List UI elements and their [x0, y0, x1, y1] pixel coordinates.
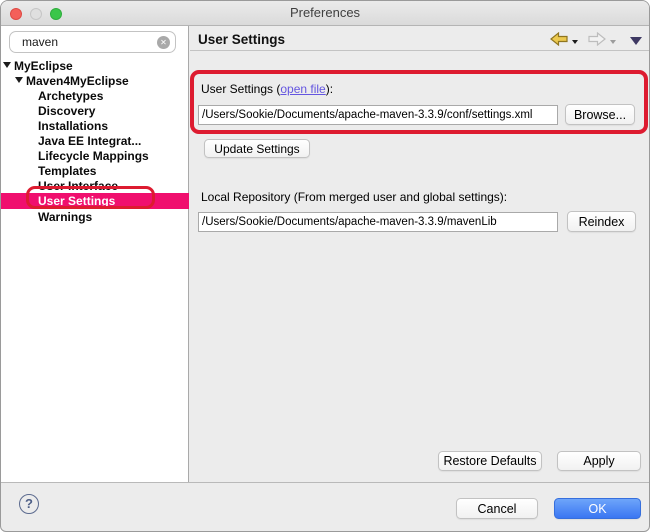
browse-button[interactable]: Browse...	[565, 104, 635, 125]
tree-item-label: Discovery	[38, 104, 95, 118]
restore-defaults-button[interactable]: Restore Defaults	[438, 451, 542, 471]
back-arrow-icon[interactable]	[550, 32, 568, 46]
reindex-button[interactable]: Reindex	[567, 211, 636, 232]
tree-item-label: Lifecycle Mappings	[38, 149, 149, 163]
window-title: Preferences	[1, 5, 649, 20]
tree-item-warnings[interactable]: Warnings	[1, 209, 189, 224]
footer-divider	[1, 482, 649, 483]
tree-item-archetypes[interactable]: Archetypes	[1, 88, 189, 103]
disclosure-triangle-icon[interactable]	[15, 77, 23, 83]
tree-item-user-settings[interactable]: User Settings	[1, 193, 189, 209]
tree-item-label: Archetypes	[38, 89, 103, 103]
tree-item-label: MyEclipse	[14, 59, 73, 73]
filter-search-input[interactable]	[9, 31, 176, 53]
tree-item-maven4myeclipse[interactable]: Maven4MyEclipse	[1, 73, 189, 88]
clear-search-icon[interactable]: ✕	[157, 36, 170, 49]
tree-item-label: User Interface	[38, 179, 118, 193]
view-menu-icon[interactable]	[630, 37, 642, 45]
tree-item-installations[interactable]: Installations	[1, 118, 189, 133]
local-repository-label: Local Repository (From merged user and g…	[201, 190, 507, 204]
user-settings-label: User Settings (open file):	[201, 82, 333, 96]
header-nav-toolbar	[550, 32, 642, 46]
preferences-tree: MyEclipse Maven4MyEclipse Archetypes Dis…	[1, 58, 189, 224]
local-repository-path-field[interactable]	[198, 212, 558, 232]
titlebar: Preferences	[1, 1, 649, 26]
tree-item-label: Installations	[38, 119, 108, 133]
page-title: User Settings	[198, 32, 285, 47]
tree-item-java-ee-integration[interactable]: Java EE Integrat...	[1, 133, 189, 148]
user-settings-label-text: User Settings (	[201, 82, 280, 96]
settings-path-field[interactable]	[198, 105, 558, 125]
tree-item-discovery[interactable]: Discovery	[1, 103, 189, 118]
user-settings-label-suffix: ):	[326, 82, 333, 96]
update-settings-button[interactable]: Update Settings	[204, 139, 310, 158]
forward-arrow-icon	[588, 32, 606, 46]
tree-item-user-interface[interactable]: User Interface	[1, 178, 189, 193]
tree-item-label: Templates	[38, 164, 96, 178]
disclosure-triangle-icon[interactable]	[3, 62, 11, 68]
cancel-button[interactable]: Cancel	[456, 498, 538, 519]
tree-item-label: Maven4MyEclipse	[26, 74, 129, 88]
open-file-link[interactable]: open file	[280, 82, 325, 96]
forward-history-dropdown-icon	[610, 40, 616, 44]
help-button[interactable]: ?	[19, 494, 39, 514]
tree-item-templates[interactable]: Templates	[1, 163, 189, 178]
back-history-dropdown-icon[interactable]	[572, 40, 578, 44]
ok-button[interactable]: OK	[554, 498, 641, 519]
tree-item-label: Java EE Integrat...	[38, 134, 141, 148]
tree-item-label: User Settings	[38, 194, 115, 208]
header-divider	[190, 50, 649, 51]
tree-item-myeclipse[interactable]: MyEclipse	[1, 58, 189, 73]
sidebar: ✕ MyEclipse Maven4MyEclipse Archetypes D…	[1, 26, 189, 482]
tree-item-lifecycle-mappings[interactable]: Lifecycle Mappings	[1, 148, 189, 163]
tree-item-label: Warnings	[38, 210, 92, 224]
preferences-window: Preferences ✕ MyEclipse Maven4MyEclipse …	[0, 0, 650, 532]
apply-button[interactable]: Apply	[557, 451, 641, 471]
